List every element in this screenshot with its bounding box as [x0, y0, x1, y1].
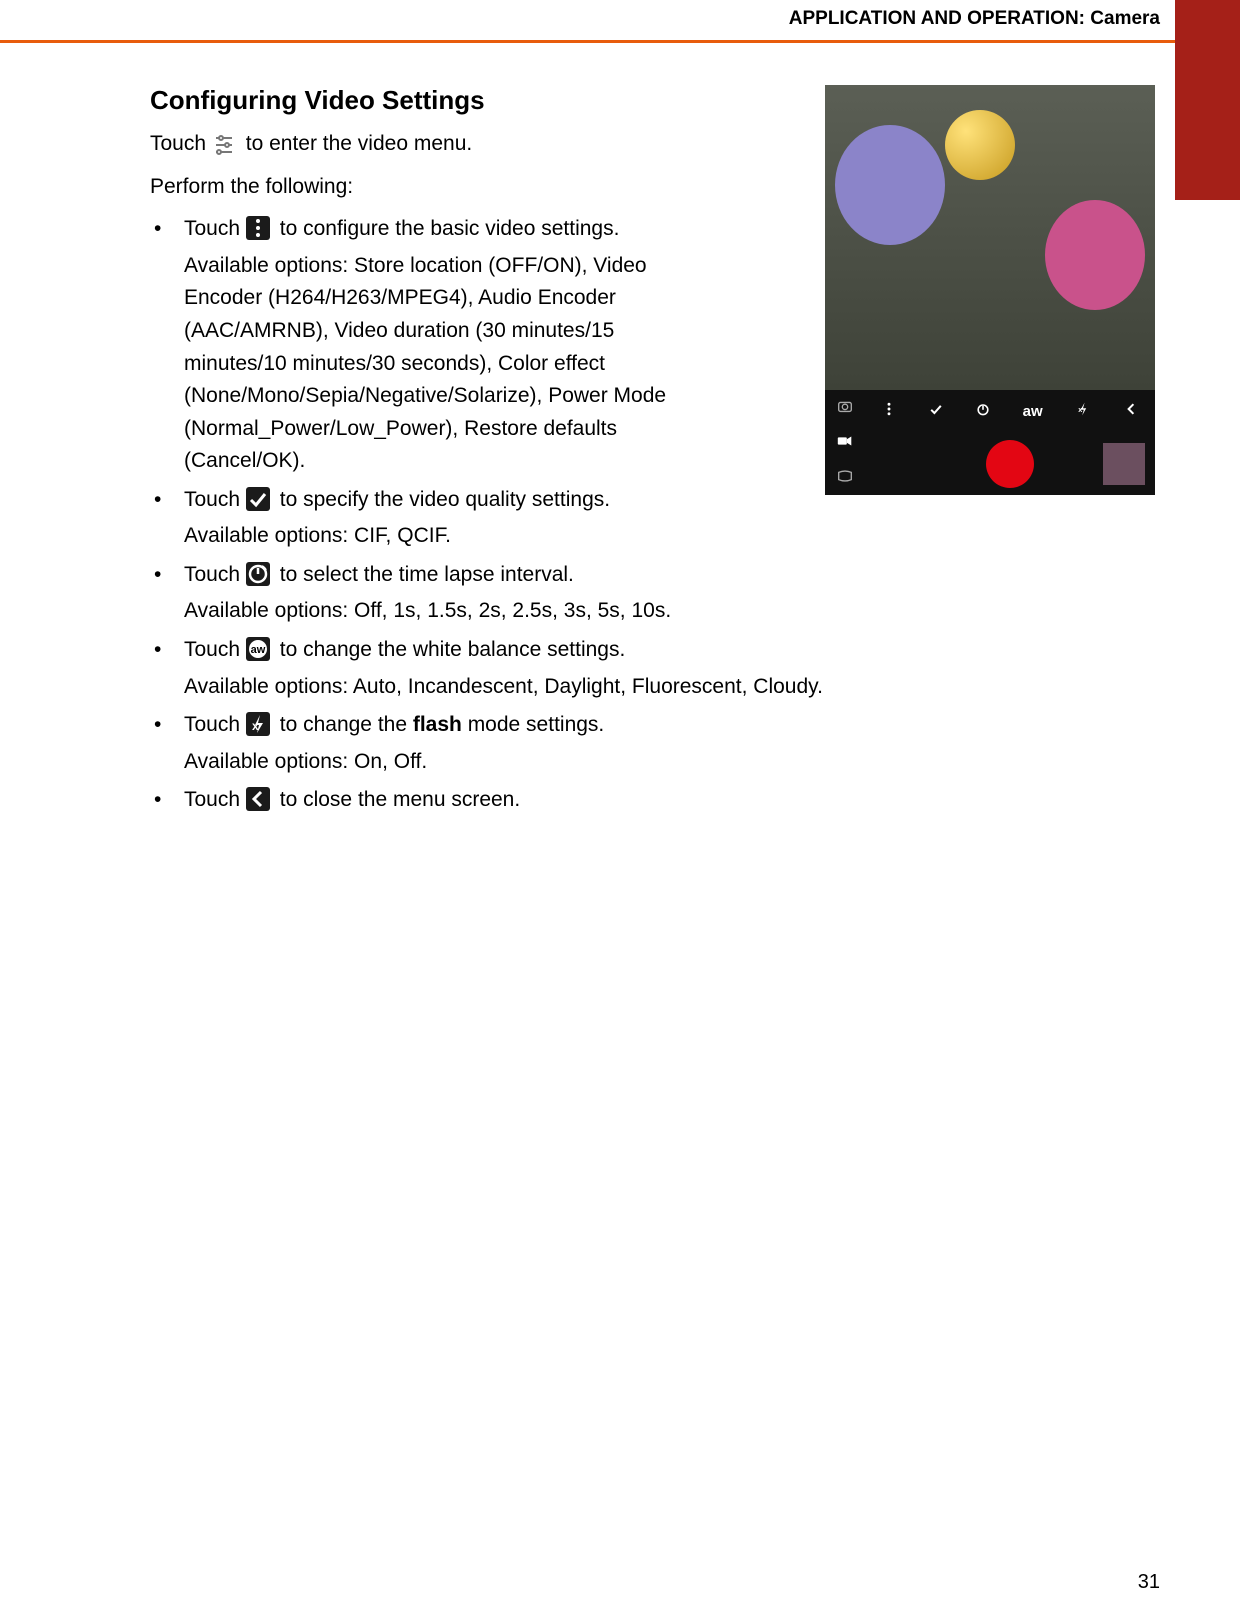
timer-arc-icon[interactable] — [975, 401, 991, 421]
page-header: APPLICATION AND OPERATION: Camera — [0, 8, 1160, 30]
page-number: 31 — [0, 1571, 1160, 1594]
intro-line: Touch to enter the video menu. — [150, 128, 680, 161]
touch-word: Touch — [184, 713, 240, 736]
sliders-icon — [212, 131, 236, 155]
aw-whitebalance-icon[interactable]: aw — [1023, 403, 1043, 420]
bullet-options: Available options: CIF, QCIF. — [184, 520, 1050, 553]
bullet-options: Available options: On, Off. — [184, 746, 1050, 779]
bullet-tail: to select the time lapse interval. — [280, 563, 574, 586]
perform-line: Perform the following: — [150, 171, 680, 204]
bullet-options: Available options: Store location (OFF/O… — [184, 250, 714, 478]
phone-screenshot: aw x — [825, 85, 1155, 495]
decor-pink-bear — [1045, 200, 1145, 310]
chevron-left-icon[interactable] — [1123, 401, 1139, 421]
timer-arc-icon — [246, 562, 270, 586]
camera-mode-icon[interactable] — [836, 397, 854, 418]
chevron-left-icon — [246, 787, 270, 811]
bullet-close: Touch to close the menu screen. — [150, 784, 1050, 817]
bullet-options: Available options: Auto, Incandescent, D… — [184, 671, 1050, 704]
camera-viewfinder — [825, 85, 1155, 390]
touch-word: Touch — [184, 488, 240, 511]
shutter-bar — [865, 432, 1155, 495]
header-rule — [0, 40, 1180, 43]
touch-word: Touch — [184, 788, 240, 811]
aw-whitebalance-icon: aw — [246, 637, 270, 661]
bullet-whitebalance: Touch aw to change the white balance set… — [150, 634, 1050, 703]
bullet-flash: Touch x to change the flash mode setting… — [150, 709, 1050, 778]
video-mode-icon[interactable] — [836, 432, 854, 453]
language-tab-block: ENGLISH — [1175, 0, 1240, 200]
bullet-tail-pre: to change the — [280, 713, 413, 736]
decor-purple-bear — [835, 125, 945, 245]
checkmark-icon[interactable] — [928, 401, 944, 421]
bullet-tail-bold: flash — [413, 713, 462, 736]
bullet-tail: to close the menu screen. — [280, 788, 520, 811]
bullet-tail-post: mode settings. — [462, 713, 604, 736]
svg-text:aw: aw — [251, 644, 266, 656]
touch-word: Touch — [184, 563, 240, 586]
gallery-thumbnail[interactable] — [1103, 443, 1145, 485]
intro-tail: to enter the video menu. — [246, 132, 472, 155]
decor-gold-ornament — [945, 110, 1015, 180]
bullet-options: Available options: Off, 1s, 1.5s, 2s, 2.… — [184, 595, 1050, 628]
bullet-tail: to configure the basic video settings. — [280, 217, 620, 240]
flash-off-icon[interactable]: x — [1074, 401, 1092, 421]
bullet-timelapse: Touch to select the time lapse interval.… — [150, 559, 1050, 628]
menu-dots-icon[interactable] — [881, 401, 897, 421]
mode-column — [825, 390, 865, 495]
touch-word: Touch — [184, 638, 240, 661]
panorama-mode-icon[interactable] — [836, 467, 854, 488]
intro-touch-word: Touch — [150, 132, 206, 155]
menu-dots-icon — [246, 216, 270, 240]
checkmark-icon — [246, 487, 270, 511]
flash-off-icon: x — [246, 712, 270, 736]
shutter-button[interactable] — [986, 440, 1034, 488]
touch-word: Touch — [184, 217, 240, 240]
bullet-tail: to specify the video quality settings. — [280, 488, 610, 511]
settings-icon-strip: aw x — [865, 390, 1155, 432]
bullet-tail: to change the white balance settings. — [280, 638, 626, 661]
